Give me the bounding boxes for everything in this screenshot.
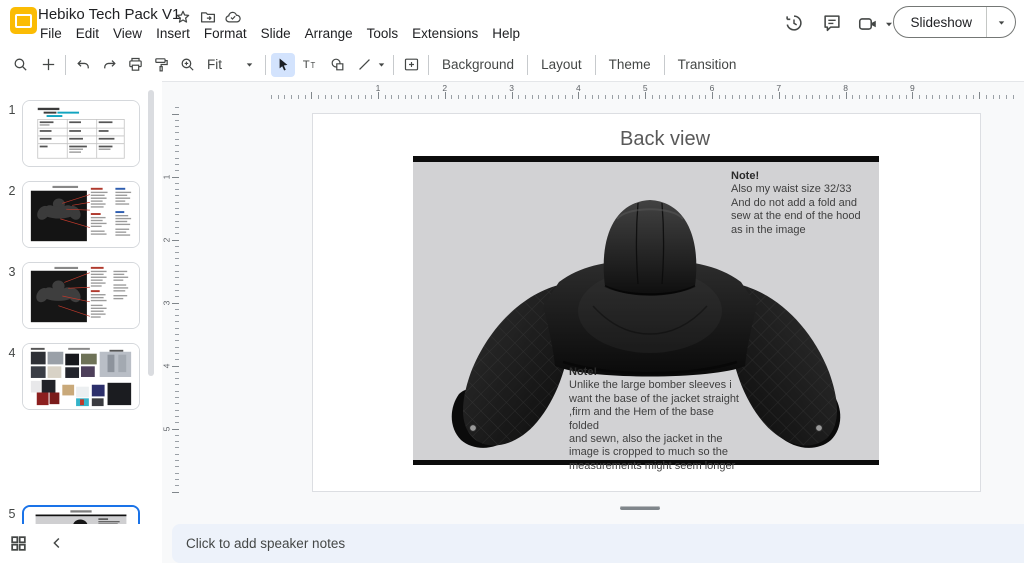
menu-slide[interactable]: Slide bbox=[254, 24, 298, 43]
note-heading: Note! bbox=[731, 170, 876, 183]
thumbnail-sketch bbox=[24, 507, 138, 524]
note-bottom-textbox[interactable]: Note! Unlike the large bomber sleeves i … bbox=[569, 366, 744, 473]
version-history-icon[interactable] bbox=[783, 12, 805, 34]
select-tool-button[interactable] bbox=[271, 53, 295, 77]
thumbnail-sketch bbox=[23, 182, 139, 247]
transition-button[interactable]: Transition bbox=[670, 53, 745, 76]
menu-view[interactable]: View bbox=[106, 24, 149, 43]
filmstrip: 1 2 bbox=[0, 81, 162, 524]
jacket-back-image[interactable]: Note! Also my waist size 32/33 And do no… bbox=[413, 156, 879, 465]
menu-edit[interactable]: Edit bbox=[69, 24, 106, 43]
speaker-notes-panel[interactable]: Click to add speaker notes bbox=[172, 524, 1024, 563]
zoom-value: Fit bbox=[207, 57, 222, 72]
slide-number: 2 bbox=[4, 184, 20, 198]
filmstrip-scrollbar[interactable] bbox=[148, 90, 154, 376]
redo-button[interactable] bbox=[97, 53, 121, 77]
note-line: And do not add a fold and bbox=[731, 197, 876, 210]
new-slide-button[interactable] bbox=[36, 53, 60, 77]
background-button[interactable]: Background bbox=[434, 53, 522, 76]
google-slides-app: Hebiko Tech Pack V1 File Edit View Inser… bbox=[0, 0, 1024, 563]
note-line: want the base of the jacket straight bbox=[569, 393, 744, 406]
slide-number: 5 bbox=[4, 507, 20, 521]
menu-arrange[interactable]: Arrange bbox=[298, 24, 360, 43]
menu-tools[interactable]: Tools bbox=[360, 24, 406, 43]
note-line: sew at the end of the hood bbox=[731, 210, 876, 223]
slide-number: 1 bbox=[4, 103, 20, 117]
thumbnail-sketch bbox=[23, 263, 139, 328]
paint-format-button[interactable] bbox=[149, 53, 173, 77]
slide-thumbnail-5-selected[interactable] bbox=[22, 505, 140, 524]
menu-insert[interactable]: Insert bbox=[149, 24, 197, 43]
note-top-textbox[interactable]: Note! Also my waist size 32/33 And do no… bbox=[731, 170, 876, 237]
slide-thumbnail-4[interactable] bbox=[22, 343, 140, 410]
note-line: measurements might seem longer bbox=[569, 460, 744, 473]
collapse-filmstrip-icon[interactable] bbox=[48, 534, 66, 552]
document-title[interactable]: Hebiko Tech Pack V1 bbox=[38, 6, 180, 23]
zoom-icon[interactable] bbox=[175, 53, 199, 77]
toolbar: Fit TT Background Layout Theme Transitio… bbox=[0, 48, 1024, 81]
vertical-ruler: 12345 bbox=[162, 82, 181, 524]
menubar: File Edit View Insert Format Slide Arran… bbox=[33, 24, 527, 43]
slide-number: 3 bbox=[4, 265, 20, 279]
slide-thumbnail-2[interactable] bbox=[22, 181, 140, 248]
comments-icon[interactable] bbox=[821, 12, 843, 34]
bottom-bar: Click to add speaker notes bbox=[0, 524, 1024, 563]
note-line: image is cropped to much so the bbox=[569, 446, 744, 459]
horizontal-ruler: 123456789 bbox=[162, 82, 1024, 101]
chevron-down-icon bbox=[244, 59, 255, 70]
theme-button[interactable]: Theme bbox=[601, 53, 659, 76]
thumbnail-sketch bbox=[23, 344, 139, 409]
note-line: and sewn, also the jacket in the bbox=[569, 433, 744, 446]
note-heading: Note! bbox=[569, 366, 744, 379]
print-button[interactable] bbox=[123, 53, 147, 77]
note-line: Also my waist size 32/33 bbox=[731, 183, 876, 196]
zoom-select[interactable]: Fit bbox=[199, 57, 255, 72]
slide-title-textbox[interactable]: Back view bbox=[595, 128, 735, 151]
slide-shape bbox=[15, 14, 32, 28]
header: Hebiko Tech Pack V1 File Edit View Inser… bbox=[0, 0, 1024, 48]
grid-view-icon[interactable] bbox=[9, 534, 28, 553]
slide-number: 4 bbox=[4, 346, 20, 360]
slideshow-button-group: Slideshow bbox=[893, 6, 1016, 38]
note-line: ,firm and the Hem of the base folded bbox=[569, 406, 744, 433]
speaker-notes-placeholder[interactable]: Click to add speaker notes bbox=[172, 536, 345, 551]
meet-camera-icon[interactable] bbox=[857, 13, 879, 35]
canvas: 123456789 12345 Back view bbox=[162, 81, 1024, 524]
thumbnail-sketch bbox=[23, 101, 139, 166]
svg-text:T: T bbox=[302, 59, 309, 71]
insert-textbox-button[interactable] bbox=[399, 53, 423, 77]
layout-button[interactable]: Layout bbox=[533, 53, 590, 76]
text-box-tool-button[interactable]: TT bbox=[298, 53, 322, 77]
chevron-down-icon bbox=[996, 17, 1007, 28]
slide-thumbnail-1[interactable] bbox=[22, 100, 140, 167]
undo-button[interactable] bbox=[71, 53, 95, 77]
line-tool-button[interactable] bbox=[352, 53, 376, 77]
menu-file[interactable]: File bbox=[33, 24, 69, 43]
note-line: as in the image bbox=[731, 224, 876, 237]
svg-text:T: T bbox=[310, 61, 315, 70]
menu-format[interactable]: Format bbox=[197, 24, 254, 43]
notes-resize-handle[interactable] bbox=[620, 506, 660, 510]
line-tool-caret-icon[interactable] bbox=[376, 59, 387, 70]
note-line: Unlike the large bomber sleeves i bbox=[569, 379, 744, 392]
shapes-tool-button[interactable] bbox=[325, 53, 349, 77]
slide-thumbnail-3[interactable] bbox=[22, 262, 140, 329]
slideshow-dropdown-button[interactable] bbox=[987, 17, 1015, 28]
slideshow-button[interactable]: Slideshow bbox=[894, 15, 986, 30]
menu-extensions[interactable]: Extensions bbox=[405, 24, 485, 43]
search-menus-button[interactable] bbox=[8, 53, 32, 77]
menu-help[interactable]: Help bbox=[485, 24, 527, 43]
